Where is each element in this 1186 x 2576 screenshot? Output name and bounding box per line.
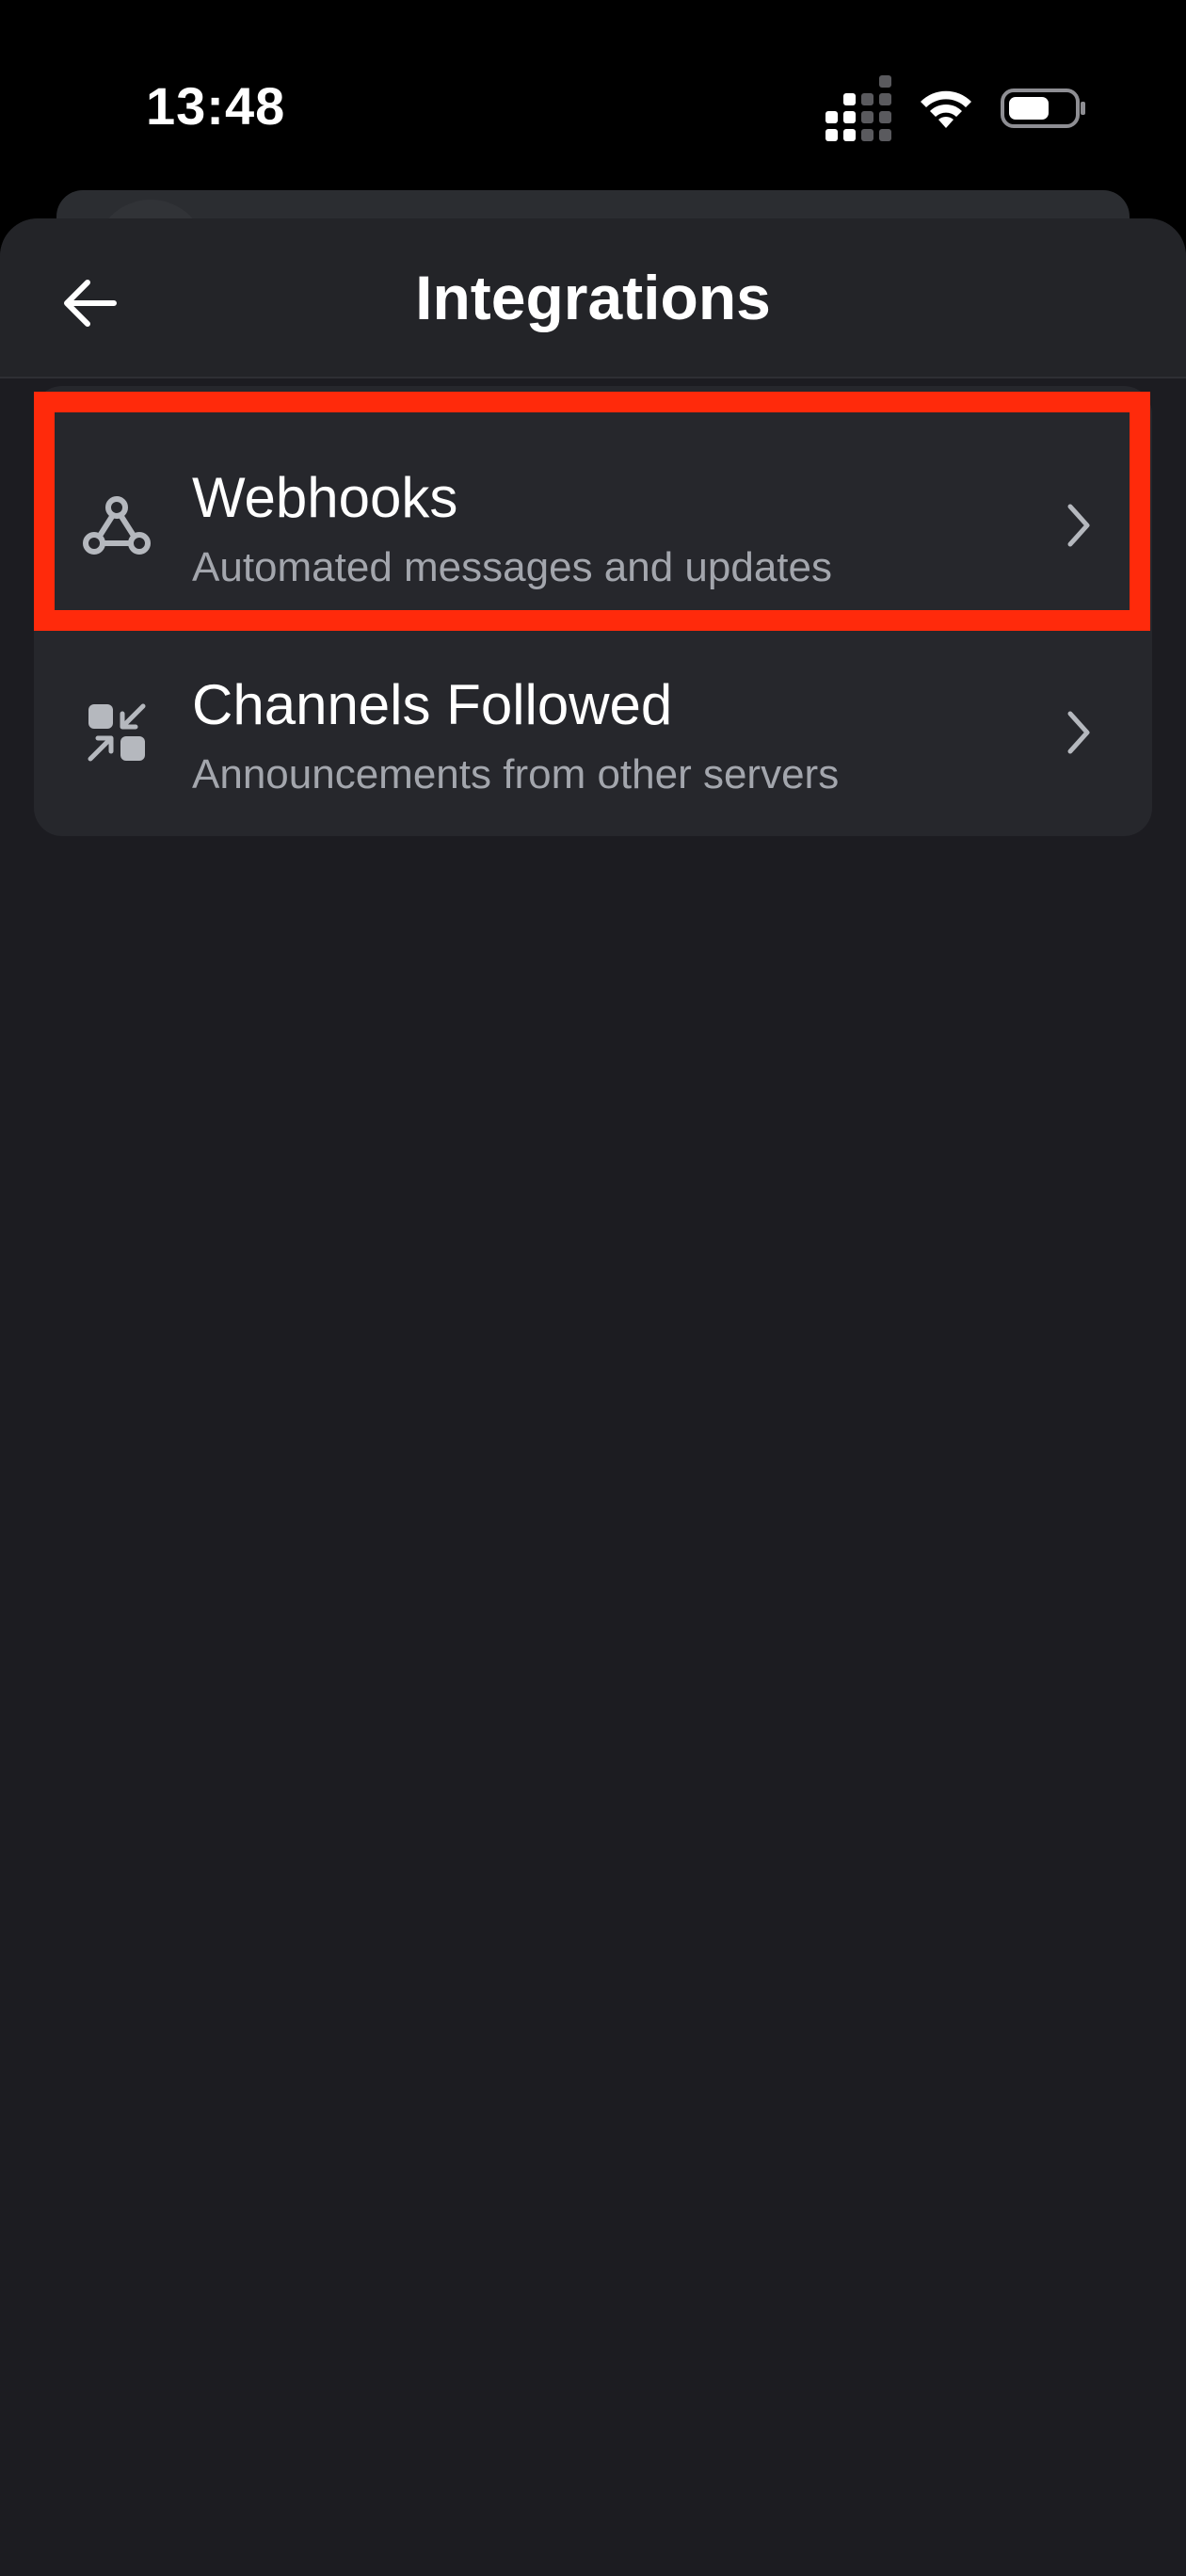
webhook-icon	[79, 488, 154, 563]
page-title: Integrations	[415, 263, 771, 332]
integrations-list: Webhooks Automated messages and updates …	[34, 386, 1152, 836]
signal-icon	[825, 75, 891, 141]
item-title: Webhooks	[192, 466, 458, 529]
channels-followed-icon	[79, 695, 154, 770]
list-item-webhooks[interactable]: Webhooks Automated messages and updates	[34, 422, 1152, 629]
battery-icon	[1001, 89, 1085, 128]
status-bar: 13:48	[0, 0, 1186, 198]
item-subtitle: Automated messages and updates	[192, 544, 833, 590]
item-title: Channels Followed	[192, 673, 673, 736]
header: Integrations	[0, 218, 1186, 378]
chevron-right-icon	[1050, 702, 1107, 763]
status-icons	[825, 75, 1087, 141]
list-item-channels-followed[interactable]: Channels Followed Announcements from oth…	[34, 629, 1152, 836]
item-subtitle: Announcements from other servers	[192, 751, 840, 797]
chevron-right-icon	[1050, 495, 1107, 555]
integrations-sheet: Integrations Webhooks Automated messages…	[0, 218, 1186, 2576]
wifi-icon	[921, 90, 971, 128]
status-time: 13:48	[146, 76, 286, 136]
